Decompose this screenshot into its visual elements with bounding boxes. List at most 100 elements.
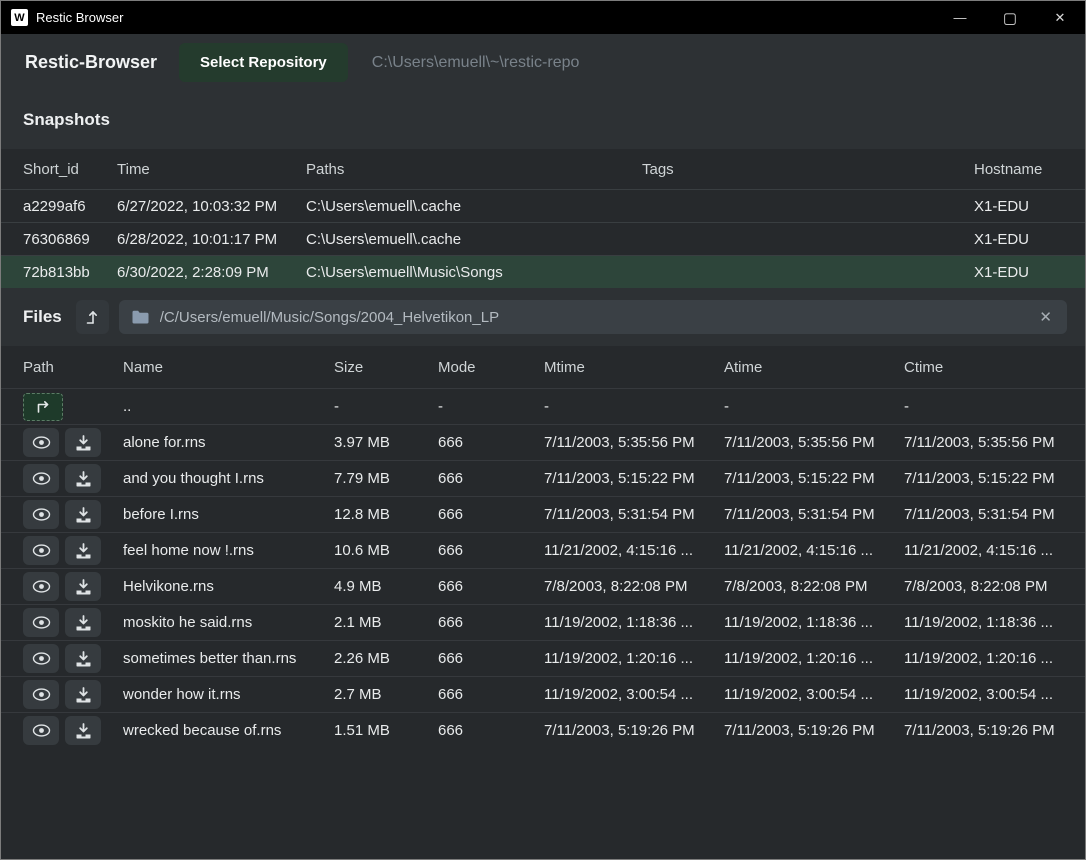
- download-button[interactable]: [65, 608, 101, 637]
- download-button[interactable]: [65, 536, 101, 565]
- up-level-button[interactable]: [76, 300, 109, 334]
- file-row[interactable]: Helvikone.rns4.9 MB6667/8/2003, 8:22:08 …: [1, 568, 1085, 604]
- file-atime: 7/11/2003, 5:35:56 PM: [724, 434, 904, 451]
- clear-path-button[interactable]: ✕: [1037, 308, 1054, 326]
- snapshot-time: 6/30/2022, 2:28:09 PM: [117, 264, 306, 281]
- preview-button[interactable]: [23, 500, 59, 529]
- file-row[interactable]: sometimes better than.rns2.26 MB66611/19…: [1, 640, 1085, 676]
- file-row[interactable]: alone for.rns3.97 MB6667/11/2003, 5:35:5…: [1, 424, 1085, 460]
- download-button[interactable]: [65, 644, 101, 673]
- column-header-hostname: Hostname: [974, 161, 1085, 178]
- download-button[interactable]: [65, 428, 101, 457]
- snapshot-short-id: 72b813bb: [23, 264, 117, 281]
- enter-parent-dir-icon: [34, 399, 52, 415]
- eye-icon: [32, 724, 51, 737]
- snapshots-section-header: Snapshots: [1, 91, 1085, 149]
- preview-button[interactable]: [23, 644, 59, 673]
- file-mode: 666: [438, 470, 544, 487]
- preview-button[interactable]: [23, 536, 59, 565]
- file-mtime: 7/11/2003, 5:35:56 PM: [544, 434, 724, 451]
- snapshot-row[interactable]: 763068696/28/2022, 10:01:17 PMC:\Users\e…: [1, 222, 1085, 255]
- file-row[interactable]: and you thought I.rns7.79 MB6667/11/2003…: [1, 460, 1085, 496]
- app-header: Restic-Browser Select Repository C:\User…: [1, 34, 1085, 91]
- download-button[interactable]: [65, 500, 101, 529]
- repository-path: C:\Users\emuell\~\restic-repo: [372, 54, 580, 72]
- file-actions: [23, 500, 123, 529]
- file-atime: 11/19/2002, 1:18:36 ...: [724, 614, 904, 631]
- preview-button[interactable]: [23, 464, 59, 493]
- parent-dir-row[interactable]: .. - - - - -: [1, 388, 1085, 424]
- column-header-name: Name: [123, 359, 334, 376]
- file-row[interactable]: wonder how it.rns2.7 MB66611/19/2002, 3:…: [1, 676, 1085, 712]
- file-row[interactable]: moskito he said.rns2.1 MB66611/19/2002, …: [1, 604, 1085, 640]
- window-title: Restic Browser: [36, 10, 123, 25]
- file-mode: 666: [438, 614, 544, 631]
- minimize-button[interactable]: —: [935, 1, 985, 34]
- eye-icon: [32, 544, 51, 557]
- file-name: Helvikone.rns: [123, 578, 334, 595]
- snapshots-title: Snapshots: [23, 110, 110, 130]
- go-to-parent-button[interactable]: [23, 393, 63, 421]
- file-size: 2.7 MB: [334, 686, 438, 703]
- snapshot-hostname: X1-EDU: [974, 198, 1085, 215]
- file-atime: 7/11/2003, 5:19:26 PM: [724, 722, 904, 739]
- snapshot-hostname: X1-EDU: [974, 231, 1085, 248]
- file-row[interactable]: feel home now !.rns10.6 MB66611/21/2002,…: [1, 532, 1085, 568]
- close-button[interactable]: ✕: [1035, 1, 1085, 34]
- snapshot-hostname: X1-EDU: [974, 264, 1085, 281]
- file-size: 4.9 MB: [334, 578, 438, 595]
- file-name: alone for.rns: [123, 434, 334, 451]
- file-size: 2.1 MB: [334, 614, 438, 631]
- preview-button[interactable]: [23, 680, 59, 709]
- file-atime: 11/19/2002, 3:00:54 ...: [724, 686, 904, 703]
- file-actions: [23, 644, 123, 673]
- app-title: Restic-Browser: [25, 52, 157, 73]
- file-name: before I.rns: [123, 506, 334, 523]
- file-row[interactable]: wrecked because of.rns1.51 MB666 7/11/200…: [1, 712, 1085, 748]
- file-atime: 7/8/2003, 8:22:08 PM: [724, 578, 904, 595]
- file-mtime: 11/19/2002, 1:18:36 ...: [544, 614, 724, 631]
- file-ctime: 11/19/2002, 3:00:54 ...: [904, 686, 1085, 703]
- preview-button[interactable]: [23, 716, 59, 745]
- window-controls: — ▢ ✕: [935, 1, 1085, 34]
- file-atime: 11/21/2002, 4:15:16 ...: [724, 542, 904, 559]
- download-button[interactable]: [65, 716, 101, 745]
- snapshot-row[interactable]: 72b813bb6/30/2022, 2:28:09 PMC:\Users\em…: [1, 255, 1085, 288]
- titlebar: W Restic Browser — ▢ ✕: [1, 1, 1085, 34]
- column-header-mode: Mode: [438, 359, 544, 376]
- download-icon: [75, 471, 92, 487]
- download-icon: [75, 615, 92, 631]
- select-repository-button[interactable]: Select Repository: [179, 43, 348, 82]
- file-mode: 666: [438, 722, 544, 739]
- snapshot-time: 6/28/2022, 10:01:17 PM: [117, 231, 306, 248]
- maximize-button[interactable]: ▢: [985, 1, 1035, 34]
- file-name: ..: [123, 398, 334, 415]
- preview-button[interactable]: [23, 428, 59, 457]
- preview-button[interactable]: [23, 608, 59, 637]
- file-ctime: 11/21/2002, 4:15:16 ...: [904, 542, 1085, 559]
- file-name: wrecked because of.rns: [123, 722, 334, 739]
- snapshot-time: 6/27/2022, 10:03:32 PM: [117, 198, 306, 215]
- snapshot-row[interactable]: a2299af66/27/2022, 10:03:32 PMC:\Users\e…: [1, 189, 1085, 222]
- close-icon: ✕: [1039, 309, 1052, 326]
- file-name: feel home now !.rns: [123, 542, 334, 559]
- download-button[interactable]: [65, 572, 101, 601]
- download-button[interactable]: [65, 680, 101, 709]
- file-mtime: 11/19/2002, 3:00:54 ...: [544, 686, 724, 703]
- current-path-bar[interactable]: /C/Users/emuell/Music/Songs/2004_Helveti…: [119, 300, 1067, 334]
- file-atime: -: [724, 398, 904, 415]
- file-mtime: -: [544, 398, 724, 415]
- file-size: 10.6 MB: [334, 542, 438, 559]
- file-size: 3.97 MB: [334, 434, 438, 451]
- file-actions: [23, 572, 123, 601]
- preview-button[interactable]: [23, 572, 59, 601]
- up-from-line-icon: [84, 308, 100, 326]
- file-mtime: 11/21/2002, 4:15:16 ...: [544, 542, 724, 559]
- download-icon: [75, 723, 92, 739]
- download-button[interactable]: [65, 464, 101, 493]
- file-row[interactable]: before I.rns12.8 MB6667/11/2003, 5:31:54…: [1, 496, 1085, 532]
- file-size: 1.51 MB: [334, 722, 438, 739]
- file-ctime: -: [904, 398, 1085, 415]
- file-actions: [23, 464, 123, 493]
- file-atime: 7/11/2003, 5:31:54 PM: [724, 506, 904, 523]
